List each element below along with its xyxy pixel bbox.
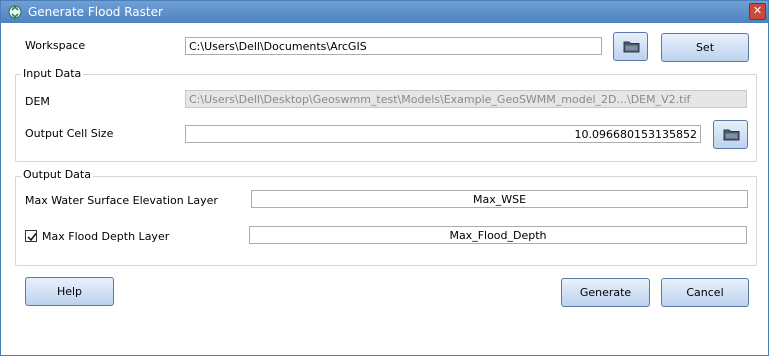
set-workspace-button[interactable]: Set	[661, 33, 749, 62]
input-data-group	[15, 74, 757, 162]
max-wse-label: Max Water Surface Elevation Layer	[25, 194, 218, 207]
dialog-body: Workspace C:\Users\Dell\Documents\ArcGIS…	[1, 23, 768, 355]
app-icon	[8, 5, 22, 19]
cell-size-browse-button[interactable]	[713, 120, 748, 149]
checkmark-icon	[27, 233, 37, 242]
output-cell-size-input[interactable]: 10.096680153135852	[185, 125, 701, 143]
close-button[interactable]: ✕	[749, 3, 766, 20]
folder-icon	[723, 129, 740, 141]
workspace-browse-button[interactable]	[613, 32, 648, 61]
max-flood-depth-checkbox[interactable]	[25, 230, 37, 242]
dem-label: DEM	[25, 95, 50, 108]
cancel-button[interactable]: Cancel	[661, 278, 749, 307]
generate-button[interactable]: Generate	[561, 278, 650, 307]
dem-input: C:\Users\Dell\Desktop\Geoswmm_test\Model…	[185, 90, 747, 108]
workspace-input[interactable]: C:\Users\Dell\Documents\ArcGIS	[185, 37, 602, 55]
output-cell-size-label: Output Cell Size	[25, 127, 114, 140]
close-icon: ✕	[752, 4, 763, 17]
max-wse-input[interactable]: Max_WSE	[251, 190, 748, 208]
input-data-title: Input Data	[21, 67, 84, 80]
workspace-label: Workspace	[25, 39, 86, 52]
help-button[interactable]: Help	[25, 277, 114, 306]
window-title: Generate Flood Raster	[28, 5, 163, 19]
output-data-title: Output Data	[21, 168, 93, 181]
max-flood-depth-label: Max Flood Depth Layer	[42, 230, 170, 243]
title-bar: Generate Flood Raster ✕	[1, 1, 768, 23]
folder-icon	[623, 41, 640, 53]
max-flood-depth-input[interactable]: Max_Flood_Depth	[249, 226, 747, 244]
generate-flood-raster-dialog: Generate Flood Raster ✕ Workspace C:\Use…	[0, 0, 769, 356]
